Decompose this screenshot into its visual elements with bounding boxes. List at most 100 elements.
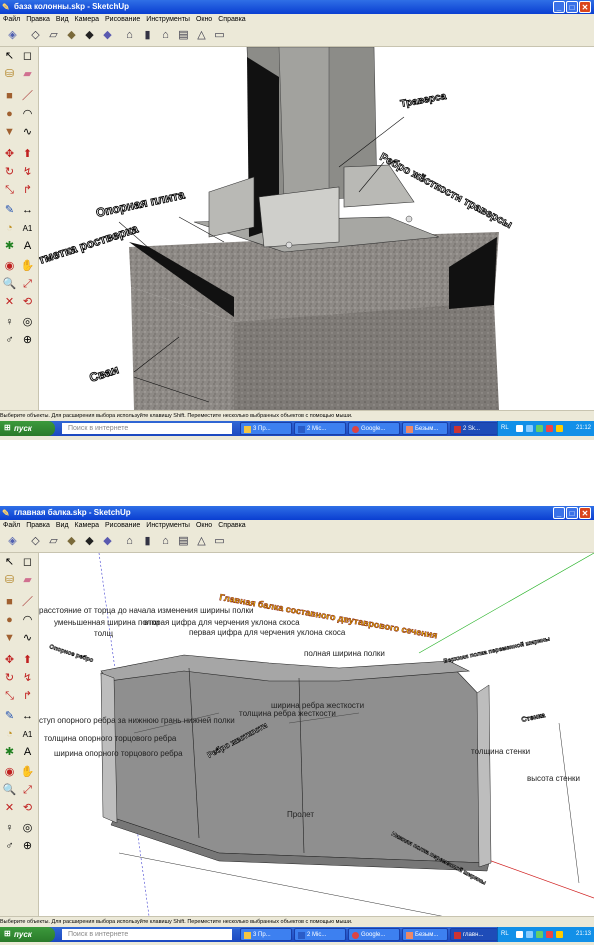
offset-icon[interactable]: ↱ bbox=[20, 183, 35, 198]
position-camera-icon[interactable]: ♀ bbox=[2, 315, 17, 330]
top-view-icon[interactable]: ⌂ bbox=[122, 28, 137, 43]
menu-edit[interactable]: Правка bbox=[23, 14, 53, 26]
taskbar-item[interactable]: 2 Mic... bbox=[294, 928, 346, 941]
tape-measure-icon[interactable]: ✎ bbox=[2, 203, 17, 218]
search-input[interactable]: Поиск в интернете bbox=[62, 929, 232, 940]
rectangle-icon[interactable]: ■ bbox=[2, 595, 17, 610]
freehand-icon[interactable]: ∿ bbox=[20, 631, 35, 646]
maximize-button[interactable]: □ bbox=[566, 507, 578, 519]
select-icon[interactable]: ↖ bbox=[2, 555, 17, 570]
maximize-button[interactable]: □ bbox=[566, 1, 578, 13]
polygon-icon[interactable]: ▼ bbox=[2, 631, 17, 646]
axes-icon[interactable]: ✱ bbox=[2, 239, 17, 254]
shaded-icon[interactable]: ◆ bbox=[64, 28, 79, 43]
taskbar-item[interactable]: 3 Пр... bbox=[240, 422, 292, 435]
shaded-icon[interactable]: ◆ bbox=[64, 534, 79, 549]
close-button[interactable]: ✕ bbox=[579, 1, 591, 13]
line-icon[interactable]: ／ bbox=[20, 89, 35, 104]
tray-icon[interactable] bbox=[526, 931, 533, 938]
language-indicator[interactable]: RL bbox=[501, 421, 509, 436]
offset-icon[interactable]: ↱ bbox=[20, 689, 35, 704]
menu-draw[interactable]: Рисование bbox=[102, 520, 143, 532]
menu-edit[interactable]: Правка bbox=[23, 520, 53, 532]
zoom-icon[interactable]: 🔍 bbox=[2, 277, 17, 292]
eraser-icon[interactable]: ▰ bbox=[20, 67, 35, 82]
menu-file[interactable]: Файл bbox=[0, 14, 23, 26]
section-plane-icon[interactable]: ⊕ bbox=[20, 839, 35, 854]
menu-help[interactable]: Справка bbox=[215, 520, 248, 532]
taskbar-item[interactable]: Google... bbox=[348, 422, 400, 435]
front-view-icon[interactable]: ▮ bbox=[140, 534, 155, 549]
menu-file[interactable]: Файл bbox=[0, 520, 23, 532]
home-view-icon[interactable]: ⌂ bbox=[158, 534, 173, 549]
search-input[interactable]: Поиск в интернете bbox=[62, 423, 232, 434]
menu-window[interactable]: Окно bbox=[193, 520, 215, 532]
follow-me-icon[interactable]: ↯ bbox=[20, 671, 35, 686]
position-camera-icon[interactable]: ♀ bbox=[2, 821, 17, 836]
minimize-button[interactable]: _ bbox=[553, 507, 565, 519]
right-view-icon[interactable]: ▤ bbox=[176, 534, 191, 549]
line-icon[interactable]: ／ bbox=[20, 595, 35, 610]
pan-icon[interactable]: ✋ bbox=[20, 765, 35, 780]
menu-view[interactable]: Вид bbox=[53, 520, 72, 532]
language-indicator[interactable]: RL bbox=[501, 927, 509, 942]
zoom-extents-icon[interactable]: ✕ bbox=[2, 295, 17, 310]
xray-icon[interactable]: ◇ bbox=[28, 534, 43, 549]
tray-icon[interactable] bbox=[536, 931, 543, 938]
scale-icon[interactable]: ⤡ bbox=[2, 183, 17, 198]
warning-icon[interactable] bbox=[556, 931, 563, 938]
start-button[interactable]: ⊞ пуск bbox=[0, 421, 55, 436]
make-component-icon[interactable]: ◻ bbox=[20, 49, 35, 64]
paint-bucket-icon[interactable]: ⛁ bbox=[2, 67, 17, 82]
tray-icon[interactable] bbox=[526, 425, 533, 432]
menu-help[interactable]: Справка bbox=[215, 14, 248, 26]
taskbar-item[interactable]: 3 Пр... bbox=[240, 928, 292, 941]
wireframe-icon[interactable]: ▱ bbox=[46, 534, 61, 549]
back-view-icon[interactable]: △ bbox=[194, 28, 209, 43]
menu-tools[interactable]: Инструменты bbox=[143, 14, 193, 26]
taskbar-item[interactable]: 2 Sk... bbox=[450, 422, 498, 435]
3d-text-icon[interactable]: A bbox=[20, 239, 35, 254]
push-pull-icon[interactable]: ⬆ bbox=[20, 147, 35, 162]
push-pull-icon[interactable]: ⬆ bbox=[20, 653, 35, 668]
taskbar-item[interactable]: 2 Mic... bbox=[294, 422, 346, 435]
close-button[interactable]: ✕ bbox=[579, 507, 591, 519]
menu-camera[interactable]: Камера bbox=[72, 520, 102, 532]
xray-icon[interactable]: ◇ bbox=[28, 28, 43, 43]
circle-icon[interactable]: ● bbox=[2, 613, 17, 628]
menu-view[interactable]: Вид bbox=[53, 14, 72, 26]
follow-me-icon[interactable]: ↯ bbox=[20, 165, 35, 180]
walk-icon[interactable]: ♂ bbox=[2, 333, 17, 348]
textured-icon[interactable]: ◆ bbox=[100, 28, 115, 43]
scale-icon[interactable]: ⤡ bbox=[2, 689, 17, 704]
textured-icon[interactable]: ◆ bbox=[100, 534, 115, 549]
back-view-icon[interactable]: △ bbox=[194, 534, 209, 549]
zoom-extents-icon[interactable]: ✕ bbox=[2, 801, 17, 816]
text-tool-icon[interactable]: A1 bbox=[20, 727, 35, 742]
dimension-icon[interactable]: ↔ bbox=[20, 709, 35, 724]
move-icon[interactable]: ✥ bbox=[2, 147, 17, 162]
model-viewport[interactable]: Опорная плита Траверса Ребро жёсткости т… bbox=[39, 47, 594, 410]
freehand-icon[interactable]: ∿ bbox=[20, 125, 35, 140]
rotate-icon[interactable]: ↻ bbox=[2, 165, 17, 180]
arc-icon[interactable]: ◠ bbox=[20, 107, 35, 122]
tray-icon[interactable] bbox=[546, 425, 553, 432]
menu-camera[interactable]: Камера bbox=[72, 14, 102, 26]
orbit-icon[interactable]: ◉ bbox=[2, 259, 17, 274]
previous-view-icon[interactable]: ⟲ bbox=[20, 801, 35, 816]
monochrome-icon[interactable]: ◆ bbox=[82, 534, 97, 549]
rotate-icon[interactable]: ↻ bbox=[2, 671, 17, 686]
tape-measure-icon[interactable]: ✎ bbox=[2, 709, 17, 724]
dimension-icon[interactable]: ↔ bbox=[20, 203, 35, 218]
eraser-icon[interactable]: ▰ bbox=[20, 573, 35, 588]
look-around-icon[interactable]: ◎ bbox=[20, 315, 35, 330]
taskbar-item[interactable]: главн... bbox=[450, 928, 498, 941]
move-icon[interactable]: ✥ bbox=[2, 653, 17, 668]
polygon-icon[interactable]: ▼ bbox=[2, 125, 17, 140]
iso-view-icon[interactable]: ◈ bbox=[5, 28, 20, 43]
front-view-icon[interactable]: ▮ bbox=[140, 28, 155, 43]
protractor-icon[interactable]: ◔ bbox=[2, 221, 17, 236]
tray-icon[interactable] bbox=[516, 931, 523, 938]
zoom-window-icon[interactable]: ⤢ bbox=[20, 783, 35, 798]
axes-icon[interactable]: ✱ bbox=[2, 745, 17, 760]
